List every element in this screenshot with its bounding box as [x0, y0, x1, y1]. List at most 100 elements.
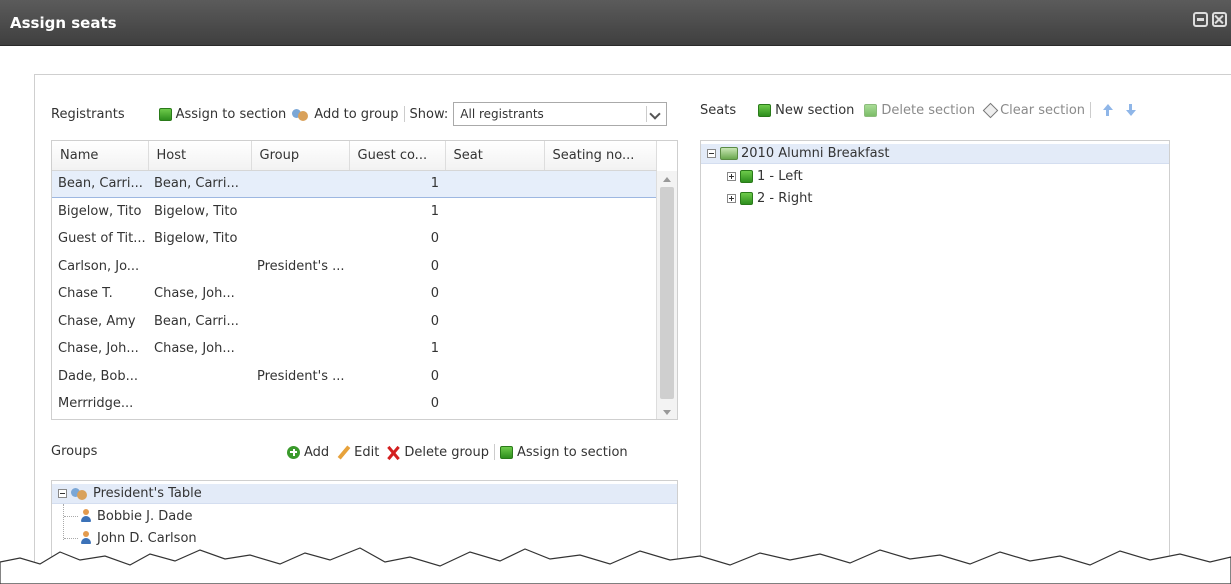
table-row[interactable]: Chase T. Chase, Joh... 0 — [52, 280, 656, 308]
eraser-icon — [983, 104, 996, 117]
tree-node-member[interactable]: Bobbie J. Dade — [80, 506, 192, 526]
add-to-group-button[interactable]: Add to group — [292, 106, 399, 122]
add-to-group-label: Add to group — [314, 106, 399, 122]
groups-label-wrap: Groups — [51, 444, 97, 459]
seats-label: Seats — [700, 102, 737, 118]
scrollbar-thumb[interactable] — [660, 187, 674, 399]
column-header-seat[interactable]: Seat — [445, 141, 545, 171]
cell-group — [251, 169, 349, 198]
cell-host: Bigelow, Tito — [154, 204, 238, 219]
cell-host: Bean, Carri... — [148, 169, 251, 198]
cell-seating-notes — [544, 390, 656, 418]
column-header-seating-notes[interactable]: Seating no... — [544, 141, 657, 171]
arrow-up-icon[interactable] — [1102, 103, 1114, 117]
toolbar-separator — [403, 106, 405, 122]
tree-node-label: 2010 Alumni Breakfast — [741, 146, 890, 161]
arrow-down-icon[interactable] — [1125, 103, 1137, 117]
show-filter-value: All registrants — [460, 107, 544, 121]
cell-group — [251, 198, 349, 226]
groups-toolbar: Add Edit Delete group Assign to section — [287, 444, 628, 460]
cell-host: Chase, Joh... — [154, 341, 235, 357]
cell-name: Bean, Carri... — [52, 169, 148, 198]
cell-name: Guest of Tit... — [58, 231, 146, 247]
groups-assign-to-section-label: Assign to section — [516, 444, 628, 460]
tree-node-presidents-table[interactable]: President's Table — [52, 484, 677, 504]
cell-name: Chase, Joh... — [58, 341, 139, 357]
grid-header-row: Name Host Group Guest co... Seat Seating… — [52, 141, 657, 171]
tree-node-label: 1 - Left — [757, 168, 803, 184]
column-header-name[interactable]: Name — [52, 141, 149, 171]
delete-group-button[interactable]: Delete group — [387, 445, 489, 460]
cell-host: Bean, Carri... — [154, 313, 239, 329]
torn-edge — [0, 547, 1231, 584]
delete-section-button[interactable]: Delete section — [864, 103, 975, 118]
table-row[interactable]: Carlson, Jo... President's ... 0 — [52, 253, 656, 281]
group-icon — [71, 487, 89, 500]
tree-node-label: Bobbie J. Dade — [97, 508, 193, 524]
expand-icon[interactable] — [727, 171, 736, 181]
cell-seat — [445, 225, 544, 253]
collapse-icon[interactable] — [707, 149, 716, 158]
cell-seat — [445, 390, 544, 418]
cell-host: Bigelow, Tito — [154, 231, 238, 247]
title-bar: Assign seats — [0, 0, 1231, 46]
cell-seating-notes — [544, 198, 656, 226]
tree-connector — [63, 504, 64, 540]
clear-section-button[interactable]: Clear section — [983, 103, 1085, 118]
groups-assign-to-section-button[interactable]: Assign to section — [499, 444, 628, 460]
cell-group — [251, 225, 349, 253]
table-row[interactable]: Merrridge... 0 — [52, 390, 656, 418]
maximize-icon[interactable] — [1193, 12, 1208, 27]
add-group-button[interactable]: Add — [287, 445, 329, 460]
event-icon — [720, 147, 738, 160]
section-icon — [499, 445, 513, 459]
tree-node-label: 2 - Right — [757, 190, 813, 206]
delete-icon — [387, 446, 400, 459]
tree-connector — [64, 516, 78, 517]
new-section-button[interactable]: New section — [758, 103, 854, 118]
edit-group-button[interactable]: Edit — [337, 445, 379, 460]
expand-icon[interactable] — [727, 193, 736, 203]
table-row[interactable]: Bigelow, Tito Bigelow, Tito 1 — [52, 198, 656, 226]
new-section-label: New section — [775, 102, 855, 118]
column-header-guest-count[interactable]: Guest co... — [349, 141, 446, 171]
edit-group-label: Edit — [354, 444, 380, 460]
window-title: Assign seats — [10, 14, 117, 32]
column-header-group[interactable]: Group — [251, 141, 350, 171]
registrants-grid: Name Host Group Guest co... Seat Seating… — [51, 140, 678, 420]
tree-node-event[interactable]: 2010 Alumni Breakfast — [701, 144, 1169, 164]
cell-seating-notes — [544, 225, 656, 253]
cell-seating-notes — [544, 169, 656, 198]
add-group-label: Add — [304, 444, 330, 460]
cell-seat — [445, 363, 544, 391]
assign-to-section-button[interactable]: Assign to section — [158, 107, 286, 122]
section-icon — [864, 103, 878, 117]
cell-group — [251, 280, 349, 308]
show-filter-select[interactable]: All registrants — [453, 102, 668, 126]
cell-group — [251, 335, 349, 363]
cell-seat — [445, 198, 544, 226]
cell-seat — [445, 308, 544, 336]
table-row[interactable]: Chase, Amy Bean, Carri... 0 — [52, 308, 656, 336]
cell-seating-notes — [544, 308, 656, 336]
tree-node-section-left[interactable]: 1 - Left — [727, 166, 803, 186]
groups-label: Groups — [51, 444, 98, 459]
collapse-icon[interactable] — [58, 489, 67, 498]
table-row[interactable]: Chase, Joh... Chase, Joh... 1 — [52, 335, 656, 363]
close-icon[interactable] — [1212, 12, 1227, 27]
registrants-label: Registrants — [51, 106, 125, 122]
table-row[interactable]: Bean, Carri... Bean, Carri... 1 — [52, 169, 656, 198]
cell-name: Dade, Bob... — [58, 368, 139, 384]
table-row[interactable]: Dade, Bob... President's ... 0 — [52, 363, 656, 391]
table-row[interactable]: Guest of Tit... Bigelow, Tito 0 — [52, 225, 656, 253]
delete-section-label: Delete section — [881, 102, 976, 118]
cell-seat — [445, 280, 544, 308]
column-header-host[interactable]: Host — [148, 141, 252, 171]
cell-guest-count: 0 — [430, 368, 439, 384]
section-icon — [740, 169, 753, 183]
cell-name: Chase T. — [58, 286, 113, 302]
toolbar-separator — [1090, 102, 1092, 118]
cell-guest-count: 0 — [430, 258, 439, 274]
grid-vertical-scrollbar[interactable] — [656, 171, 677, 419]
tree-node-section-right[interactable]: 2 - Right — [727, 188, 812, 208]
